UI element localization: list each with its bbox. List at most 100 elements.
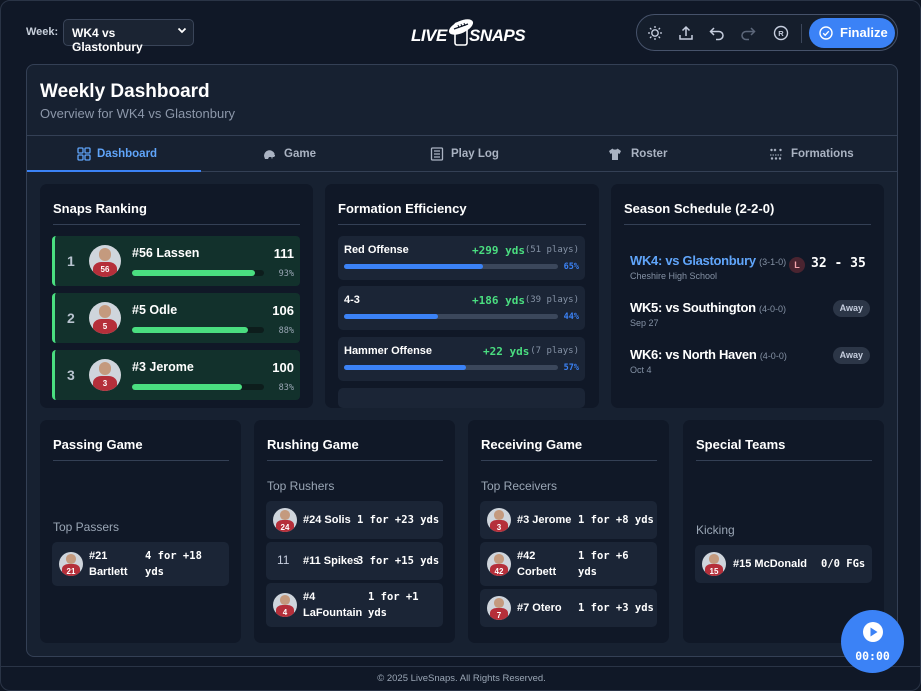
formation-name: Red Offense [344,244,409,256]
player-stat: 1 for +3 yds [578,602,654,614]
season-schedule-title: Season Schedule (2-2-0) [624,201,775,216]
svg-text:R: R [778,29,784,38]
game-opponent: WK4: vs Glastonbury (3-1-0) [630,253,786,268]
page-title: Weekly Dashboard [40,81,210,102]
schedule-game[interactable]: WK4: vs Glastonbury (3-1-0) Cheshire Hig… [630,253,870,293]
snap-percent-fill [132,384,242,390]
registered-icon[interactable]: R [772,24,790,42]
formation-yards: +186 yds [472,294,525,307]
avatar: 15 [702,552,726,576]
sun-icon[interactable] [646,24,664,42]
finalize-button[interactable]: Finalize [809,18,895,48]
player-row[interactable]: 4 #4 LaFountain 1 for +1 yds [266,583,443,627]
schedule-game[interactable]: WK6: vs North Haven (4-0-0) Oct 4 Away [630,347,870,387]
player-stat: 0/0 FGs [821,558,866,570]
rank-row[interactable]: 1 56 #56 Lassen 111 93% [52,236,300,286]
player-row[interactable]: 15 #15 McDonald 0/0 FGs [695,545,872,583]
avatar-jersey-number: 3 [496,522,502,532]
formation-row[interactable]: Hammer Offense +22 yds (7 plays) 57% [338,337,585,381]
snap-percent-bar [132,270,264,276]
snap-percent: 88% [278,326,294,336]
rank-row[interactable]: 2 5 #5 Odle 106 88% [52,293,300,343]
opponent-record: (4-0-0) [759,304,787,314]
player-stat: 4 for +18 [145,550,202,562]
dashboard-icon [77,147,91,161]
snap-percent-fill [132,270,255,276]
week-select-value: WK4 vs Glastonbury [72,26,143,54]
redo-icon[interactable] [739,24,757,42]
avatar-jersey-number: 4 [282,607,288,617]
player-row[interactable]: 21 #21 Bartlett 4 for +18 yds [52,542,229,586]
special-teams-card: Special Teams Kicking 15 #15 McDonald 0/… [683,420,884,643]
player-name: #4 [303,591,316,603]
formation-percent: 44% [563,312,579,322]
helmet-icon [263,150,275,159]
upload-icon[interactable] [677,24,695,42]
dashboard-panel: Weekly Dashboard Overview for WK4 vs Gla… [26,64,898,657]
tab-formations[interactable]: Formations [723,136,897,172]
tab-roster[interactable]: Roster [549,136,723,172]
week-select[interactable]: WK4 vs Glastonbury [63,19,194,54]
schedule-game[interactable]: WK5: vs Southington (4-0-0) Sep 27 Away [630,300,870,340]
tab-roster-label: Roster [631,148,668,160]
formation-efficiency-fill [344,365,466,370]
divider [267,460,443,461]
game-opponent-name: WK4: vs Glastonbury [630,253,756,268]
player-stat: yds [145,566,164,578]
formation-plays: (39 plays) [524,295,579,305]
player-row[interactable]: 24 #24 Solis 1 for +23 yds [266,501,443,539]
formation-row[interactable]: Red Offense +299 yds (51 plays) 65% [338,236,585,280]
player-row[interactable]: 7 #7 Otero 1 for +3 yds [480,589,657,627]
player-row[interactable]: 3 #3 Jerome 1 for +8 yds [480,501,657,539]
player-name: #5 Odle [132,303,178,317]
tab-game[interactable]: Game [201,136,375,172]
avatar: 5 [89,302,121,334]
away-badge: Away [832,347,870,364]
week-label: Week: [26,26,59,38]
player-stat: 1 for +6 [578,550,629,562]
player-stat: yds [368,607,387,619]
player-row[interactable]: 11 #11 Spikes 3 for +15 yds [266,542,443,580]
top-bar: Week: WK4 vs Glastonbury LIVE SNAPS R Fi… [1,1,920,63]
tab-bar: Dashboard Game Play Log Roster Formation… [27,135,897,172]
avatar: 3 [487,508,511,532]
formation-name: 4-3 [344,294,360,306]
game-date: Sep 27 [630,318,659,328]
formation-row[interactable]: 4-3 +186 yds (39 plays) 44% [338,286,585,330]
jersey-number: 11 [277,553,290,567]
game-opponent-name: WK5: vs Southington [630,300,756,315]
avatar-jersey-number: 56 [100,264,110,274]
snap-percent: 93% [278,269,294,279]
record-timer-button[interactable]: 00:00 [841,610,904,673]
avatar: 42 [487,552,511,576]
divider [338,224,586,225]
logo-text-snaps: SNAPS [469,26,526,45]
tab-play-log[interactable]: Play Log [375,136,549,172]
footer-divider [1,666,920,667]
player-row[interactable]: 42 #42 Corbett 1 for +6 yds [480,542,657,586]
player-name: #7 Otero [517,602,562,614]
top-receivers-label: Top Receivers [481,479,558,493]
logo-text-live: LIVE [411,26,447,45]
formation-efficiency-title: Formation Efficiency [338,201,467,216]
rank-row[interactable]: 3 3 #3 Jerome 100 83% [52,350,300,400]
formation-row[interactable] [338,388,585,408]
avatar-jersey-number: 21 [66,566,76,576]
avatar-jersey-number: 42 [494,566,504,576]
passing-game-title: Passing Game [53,437,143,452]
tab-dashboard[interactable]: Dashboard [27,136,201,172]
page-subtitle: Overview for WK4 vs Glastonbury [40,106,236,121]
undo-icon[interactable] [708,24,726,42]
avatar: 21 [59,552,83,576]
avatar: 3 [89,359,121,391]
avatar-jersey-number: 3 [102,378,108,388]
avatar: 4 [273,593,297,617]
game-location: Cheshire High School [630,271,718,281]
player-name: Corbett [517,566,557,578]
list-icon [430,147,444,161]
snap-count: 100 [272,360,294,375]
app-window: Week: WK4 vs Glastonbury LIVE SNAPS R Fi… [0,0,921,691]
player-name: #56 Lassen [132,246,200,260]
top-passers-label: Top Passers [53,520,120,534]
formation-percent: 57% [563,363,579,373]
